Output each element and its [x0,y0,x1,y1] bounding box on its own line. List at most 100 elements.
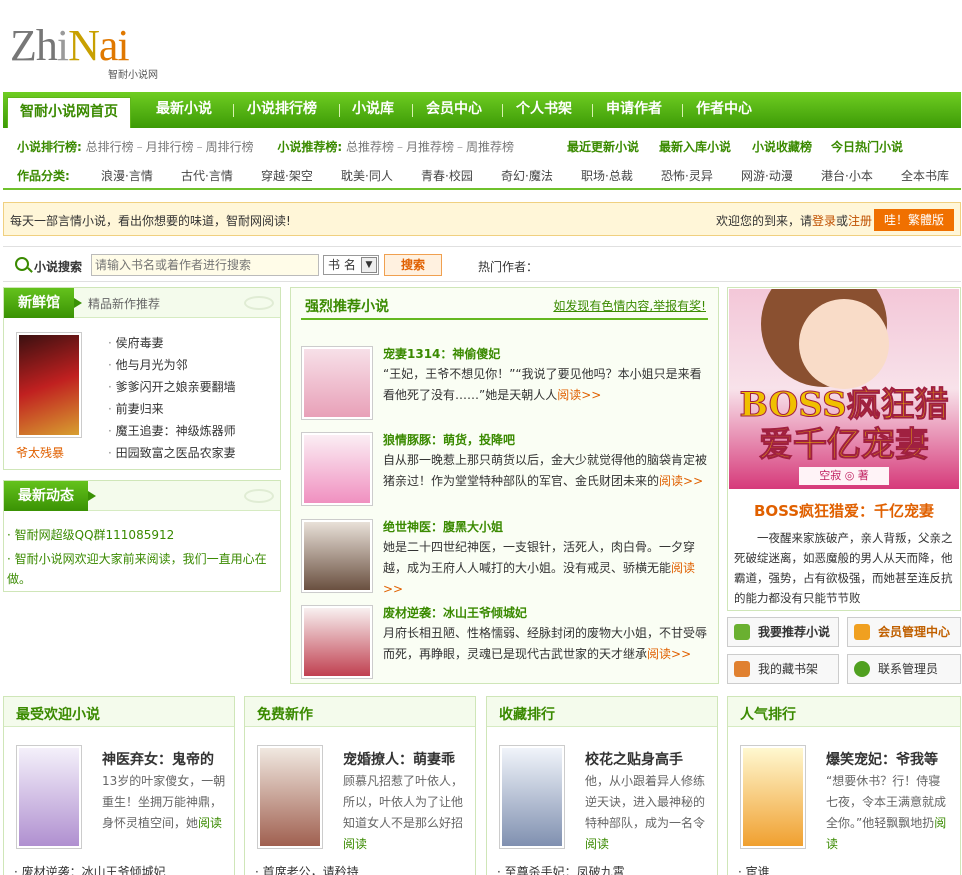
category-link[interactable]: 奇幻·魔法 [501,167,553,184]
sub-nav: 小说排行榜: 总排行榜 – 月排行榜 – 周排行榜 小说推荐榜: 总推荐榜 – 月推荐榜 – 周… [3,128,961,190]
rec-week[interactable]: 周推荐榜 [466,140,514,154]
nav-bookshelf[interactable]: 个人书架 [516,92,572,128]
book-cover[interactable] [16,745,82,849]
bookshelf-button[interactable]: 我的藏书架 [727,654,839,684]
list-item[interactable]: 爹爹闪开之娘亲要翻墙 [108,376,236,398]
login-link[interactable]: 登录 [812,214,836,228]
link-new-entries[interactable]: 最新入库小说 [659,138,731,155]
book-desc: 他，从小跟着异人修练逆天诀，进入最神秘的特种部队，成为一名令阅读 [585,774,706,851]
nav-rankings[interactable]: 小说排行榜 [247,92,317,128]
read-more-link[interactable]: 阅读 [343,837,367,851]
ad-banner-text: BOSS疯狂猎爱千亿宠妻 [739,385,949,466]
book-cover[interactable] [257,745,323,849]
news-panel: 最新动态 · 智耐网超级QQ群111085912 · 智耐小说网欢迎大家前来阅读… [3,480,281,592]
news-item[interactable]: · 智耐小说网欢迎大家前来阅读，我们一直用心在做。 [7,549,277,589]
featured-ad[interactable]: BOSS疯狂猎爱千亿宠妻 空寂 ◎ 著 BOSS疯狂猎爱：千亿宠妻 一夜醒来家族… [727,287,961,611]
rank-label: 小说排行榜: [17,140,82,154]
nav-author-center[interactable]: 作者中心 [696,92,752,128]
book-desc: 13岁的叶家傻女，一朝重生！坐拥万能神鼎，身怀灵植空间，她阅读 [102,774,226,830]
book-title[interactable]: 爆笑宠妃：爷我等 [826,749,952,769]
book-cover[interactable] [499,745,565,849]
member-center-button[interactable]: 会员管理中心 [847,617,961,647]
rank-total[interactable]: 总排行榜 [86,140,134,154]
logo-text: Zh [10,21,58,70]
fresh-list: 侯府毒妻 他与月光为邻 爹爹闪开之娘亲要翻墙 前妻归来 魔王追妻：神级炼器师 田… [108,332,236,464]
list-item[interactable]: 侯府毒妻 [108,332,236,354]
list-item[interactable]: 废材逆袭：冰山王爷倾城妃 [14,863,166,875]
category-link[interactable]: 网游·动漫 [741,167,793,184]
category-link[interactable]: 耽美·同人 [341,167,393,184]
logo-subtitle: 智耐小说网 [108,70,158,81]
book-title[interactable]: 宠妻1314：神偷傻妃 [383,345,500,362]
ad-desc: 一夜醒来家族破产，亲人背叛，父亲之死破绽迷离，如恶魔般的男人从天而降，他霸道，强… [734,531,953,605]
category-link[interactable]: 港台·小本 [821,167,873,184]
book-desc: “想要休书？行！侍寝七夜，令本王满意就成全你。”他轻飘飘地扔阅读 [826,774,947,851]
search-type-select[interactable]: 书 名 ▼ [323,255,379,275]
category-link[interactable]: 穿越·架空 [261,167,313,184]
read-more-link[interactable]: 阅读>> [659,474,703,488]
nav-library[interactable]: 小说库 [352,92,394,128]
book-cover[interactable] [301,605,373,679]
category-link[interactable]: 浪漫·言情 [101,167,153,184]
list-item[interactable]: 至尊杀手妃：凤破九霄 [497,863,625,875]
rec-month[interactable]: 月推荐榜 [406,140,454,154]
search-input[interactable] [91,254,319,276]
category-link[interactable]: 古代·言情 [181,167,233,184]
recommend-novel-button[interactable]: 我要推荐小说 [727,617,839,647]
fresh-tab[interactable]: 新鲜馆 [4,288,82,318]
nav-divider [412,104,413,117]
favorites-panel: 收藏排行 校花之贴身高手 他，从小跟着异人修练逆天诀，进入最神秘的特种部队，成为… [486,696,718,875]
nav-apply-author[interactable]: 申请作者 [606,92,662,128]
rank-row: 小说排行榜: 总排行榜 – 月排行榜 – 周排行榜 小说推荐榜: 总推荐榜 – 月推荐榜 – 周… [17,140,904,154]
book-cover[interactable] [740,745,806,849]
ad-banner[interactable]: BOSS疯狂猎爱千亿宠妻 空寂 ◎ 著 [729,289,959,489]
read-more-link[interactable]: 阅读>> [647,647,691,661]
link-recent-updates[interactable]: 最近更新小说 [567,138,639,155]
category-link[interactable]: 恐怖·灵异 [661,167,713,184]
book-cover[interactable] [301,432,373,506]
nav-member[interactable]: 会员中心 [426,92,482,128]
news-item[interactable]: · 智耐网超级QQ群111085912 [7,526,174,543]
category-link[interactable]: 全本书库 [901,167,949,184]
nav-latest[interactable]: 最新小说 [156,92,212,128]
register-link[interactable]: 注册 [848,214,872,228]
read-more-link[interactable]: 阅读 [585,837,609,851]
book-cover[interactable] [16,332,82,438]
panel-heading: 免费新作 [257,707,313,723]
book-title[interactable]: 狼情豚豚：萌货，投降吧 [383,431,515,448]
link-favorites[interactable]: 小说收藏榜 [752,138,812,155]
rank-week[interactable]: 周排行榜 [206,140,254,154]
book-title[interactable]: 废材逆袭：冰山王爷倾城妃 [383,604,527,621]
contact-admin-button[interactable]: 联系管理员 [847,654,961,684]
news-tab[interactable]: 最新动态 [4,481,96,511]
category-link[interactable]: 职场·总裁 [581,167,633,184]
list-item[interactable]: 首席老公，请矜持 [255,863,359,875]
link-hot-today[interactable]: 今日热门小说 [831,138,903,155]
book-title[interactable]: 神医弃女：鬼帝的 [102,749,228,769]
rank-month[interactable]: 月排行榜 [146,140,194,154]
book-title[interactable]: 宠婚撩人：萌妻乖 [343,749,469,769]
site-logo[interactable]: ZhiNai 智耐小说网 [10,21,170,82]
traditional-chinese-button[interactable]: 哇！繁體版 [874,209,954,231]
book-title[interactable]: 校花之贴身高手 [585,749,711,769]
list-item[interactable]: 魔王追妻：神级炼器师 [108,420,236,442]
list-item[interactable]: 宦谁 [738,863,770,875]
book-desc: 她是二十四世纪神医，一支银针，活死人，肉白骨。一夕穿越，成为王府人人喊打的大小姐… [383,540,696,596]
list-item[interactable]: 他与月光为邻 [108,354,236,376]
read-more-link[interactable]: 阅读>> [557,388,601,402]
category-link[interactable]: 青春·校园 [421,167,473,184]
ad-title[interactable]: BOSS疯狂猎爱：千亿宠妻 [728,500,960,521]
read-more-link[interactable]: 阅读 [198,816,222,830]
report-link[interactable]: 如发现有色情内容,举报有奖! [553,297,706,314]
book-title[interactable]: 绝世神医：腹黑大小姐 [383,518,503,535]
cover-title[interactable]: 爷太残暴 [16,444,64,461]
search-button[interactable]: 搜索 [384,254,442,276]
nav-home[interactable]: 智耐小说网首页 [7,97,131,128]
list-item[interactable]: 田园致富之医品农家妻 [108,442,236,464]
rec-total[interactable]: 总推荐榜 [346,140,394,154]
book-cover[interactable] [301,346,373,420]
logo-text: ai [98,21,130,70]
book-cover[interactable] [301,519,373,593]
chevron-down-icon: ▼ [361,257,377,273]
list-item[interactable]: 前妻归来 [108,398,236,420]
